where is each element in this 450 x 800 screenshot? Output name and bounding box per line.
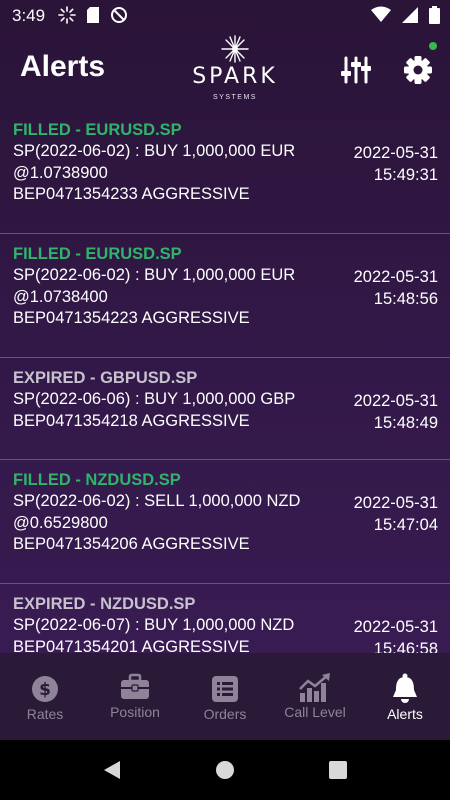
nav-rates-label: Rates bbox=[26, 706, 64, 722]
nav-orders[interactable]: Orders bbox=[180, 653, 270, 740]
alert-reference-line: BEP0471354206 AGGRESSIVE bbox=[13, 535, 250, 553]
alert-date: 2022-05-31 bbox=[353, 268, 438, 286]
alert-reference-line: BEP0471354223 AGGRESSIVE bbox=[13, 309, 250, 327]
alert-status: EXPIRED - NZDUSD.SP bbox=[13, 595, 196, 613]
sliders-icon bbox=[341, 56, 371, 84]
battery-icon bbox=[429, 6, 440, 24]
alert-price-line: @0.6529800 bbox=[13, 513, 108, 532]
alert-details: SP(2022-06-07) : BUY 1,000,000 NZD BEP04… bbox=[13, 615, 318, 653]
alert-date: 2022-05-31 bbox=[353, 494, 438, 512]
alert-price-line: @1.0738400 bbox=[13, 287, 108, 306]
alert-status: FILLED - NZDUSD.SP bbox=[13, 471, 181, 489]
alert-datetime: 2022-05-31 15:47:04 bbox=[354, 492, 438, 536]
alert-list[interactable]: FILLED - EURUSD.SP SP(2022-06-02) : BUY … bbox=[0, 110, 450, 653]
alert-details: SP(2022-06-06) : BUY 1,000,000 GBP BEP04… bbox=[13, 389, 318, 432]
alert-time: 15:46:58 bbox=[373, 640, 438, 653]
nav-rates[interactable]: $ Rates bbox=[0, 653, 90, 740]
alert-reference-line: BEP0471354218 AGGRESSIVE bbox=[13, 411, 250, 430]
alert-details: SP(2022-06-02) : SELL 1,000,000 NZD @0.6… bbox=[13, 491, 318, 556]
alert-time: 15:47:04 bbox=[373, 516, 438, 534]
system-nav-bar bbox=[0, 740, 450, 800]
recents-icon[interactable] bbox=[328, 760, 348, 780]
page-title: Alerts bbox=[20, 50, 106, 83]
sd-card-icon bbox=[87, 7, 99, 23]
brightness-icon bbox=[58, 6, 76, 24]
alert-trade-line: SP(2022-06-07) : BUY 1,000,000 NZD bbox=[13, 616, 295, 634]
alert-datetime: 2022-05-31 15:48:49 bbox=[354, 390, 438, 434]
nav-call-level[interactable]: Call Level bbox=[270, 653, 360, 740]
alert-price-line: @1.0738900 bbox=[13, 163, 108, 182]
alert-time: 15:48:56 bbox=[373, 290, 438, 308]
filter-button[interactable] bbox=[338, 54, 374, 86]
alert-item[interactable]: FILLED - NZDUSD.SP SP(2022-06-02) : SELL… bbox=[0, 460, 450, 584]
alert-date: 2022-05-31 bbox=[353, 618, 438, 636]
chart-icon bbox=[299, 673, 330, 702]
app-header: Alerts SPARK SYSTEMS bbox=[0, 32, 450, 110]
alert-trade-line: SP(2022-06-02) : BUY 1,000,000 EUR bbox=[13, 266, 296, 284]
alert-status: FILLED - EURUSD.SP bbox=[13, 121, 182, 139]
alert-trade-line: SP(2022-06-02) : BUY 1,000,000 EUR bbox=[13, 142, 296, 160]
settings-button[interactable] bbox=[400, 52, 436, 88]
alert-item[interactable]: FILLED - EURUSD.SP SP(2022-06-02) : BUY … bbox=[0, 234, 450, 358]
alert-trade-line: SP(2022-06-06) : BUY 1,000,000 GBP bbox=[13, 390, 296, 408]
briefcase-icon bbox=[121, 673, 149, 699]
bell-icon bbox=[393, 673, 417, 703]
home-icon[interactable] bbox=[215, 760, 235, 780]
nav-alerts[interactable]: Alerts bbox=[360, 653, 450, 740]
status-time: 3:49 bbox=[12, 6, 46, 25]
alert-item[interactable]: EXPIRED - GBPUSD.SP SP(2022-06-06) : BUY… bbox=[0, 358, 450, 460]
alert-status: EXPIRED - GBPUSD.SP bbox=[13, 369, 198, 387]
nav-orders-label: Orders bbox=[203, 706, 247, 722]
alert-date: 2022-05-31 bbox=[353, 392, 438, 410]
gear-icon bbox=[404, 56, 432, 84]
alert-status: FILLED - EURUSD.SP bbox=[13, 245, 182, 263]
bottom-nav: $ Rates Position Orders Call Level Alert… bbox=[0, 653, 450, 740]
logo-word: SPARK bbox=[192, 64, 278, 89]
alert-datetime: 2022-05-31 15:48:56 bbox=[354, 266, 438, 310]
status-bar: 3:49 bbox=[0, 0, 450, 32]
data-saver-icon bbox=[111, 7, 127, 23]
svg-text:$: $ bbox=[39, 680, 51, 700]
nav-alerts-label: Alerts bbox=[387, 706, 423, 722]
alert-item[interactable]: EXPIRED - NZDUSD.SP SP(2022-06-07) : BUY… bbox=[0, 584, 450, 653]
list-icon bbox=[212, 676, 238, 702]
alert-details: SP(2022-06-02) : BUY 1,000,000 EUR @1.07… bbox=[13, 141, 318, 206]
nav-call-level-label: Call Level bbox=[284, 704, 346, 720]
alert-details: SP(2022-06-02) : BUY 1,000,000 EUR @1.07… bbox=[13, 265, 318, 330]
alert-datetime: 2022-05-31 15:46:58 bbox=[354, 616, 438, 653]
alert-time: 15:49:31 bbox=[373, 166, 438, 184]
logo-subtitle: SYSTEMS bbox=[213, 94, 257, 101]
alert-reference-line: BEP0471354201 AGGRESSIVE bbox=[13, 637, 250, 654]
signal-icon bbox=[402, 7, 418, 23]
status-icons-right bbox=[371, 6, 440, 24]
alert-date: 2022-05-31 bbox=[353, 144, 438, 162]
dollar-icon: $ bbox=[32, 676, 58, 702]
alert-time: 15:48:49 bbox=[373, 414, 438, 432]
nav-position[interactable]: Position bbox=[90, 653, 180, 740]
status-icons-left bbox=[58, 6, 128, 24]
wifi-icon bbox=[371, 6, 391, 22]
alert-reference-line: BEP0471354233 AGGRESSIVE bbox=[13, 185, 250, 203]
alert-item[interactable]: FILLED - EURUSD.SP SP(2022-06-02) : BUY … bbox=[0, 110, 450, 234]
alert-trade-line: SP(2022-06-02) : SELL 1,000,000 NZD bbox=[13, 492, 301, 510]
alert-datetime: 2022-05-31 15:49:31 bbox=[354, 142, 438, 186]
spark-logo: SPARK SYSTEMS bbox=[170, 34, 300, 106]
back-icon[interactable] bbox=[102, 760, 122, 780]
nav-position-label: Position bbox=[110, 704, 160, 720]
logo-star-icon bbox=[221, 35, 249, 63]
connection-status-dot bbox=[429, 42, 437, 50]
